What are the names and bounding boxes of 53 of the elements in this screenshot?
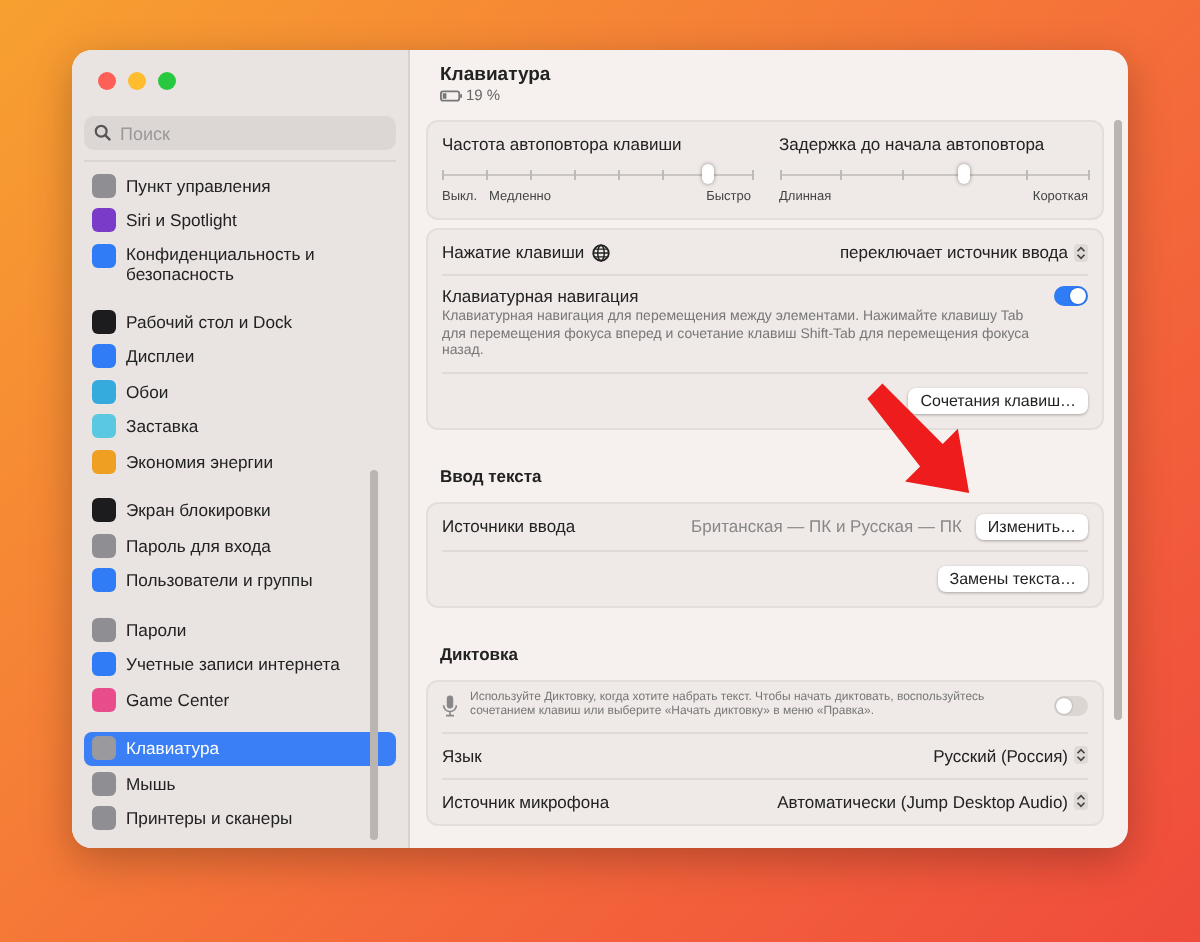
section-heading: Ввод текста: [440, 465, 544, 485]
popup-menu[interactable]: Автоматически (Jump Desktop Audio): [777, 791, 1088, 811]
sidebar-item[interactable]: Дисплеи: [84, 339, 396, 374]
search-field[interactable]: Поиск: [84, 116, 396, 150]
setting-label: Клавиатурная навигация: [442, 286, 641, 306]
setting-value: Британская — ПК и Русская — ПК: [691, 516, 962, 536]
scrollbar[interactable]: [370, 470, 378, 840]
sidebar-item[interactable]: Клавиатура: [84, 731, 396, 766]
sidebar-item[interactable]: Экономия энергии: [84, 444, 396, 479]
section-heading: Диктовка: [440, 643, 520, 663]
slider[interactable]: [779, 164, 1088, 184]
page-title: Клавиатура: [440, 64, 553, 86]
slider-label: Частота автоповтора клавиши: [442, 134, 684, 154]
setting-label: Язык: [442, 745, 482, 765]
sidebar-item[interactable]: Game Center: [84, 682, 396, 717]
sidebar-item[interactable]: Рабочий стол и Dock: [84, 304, 396, 339]
action-button[interactable]: Сочетания клавиш…: [908, 387, 1088, 413]
globe-icon: [592, 243, 611, 261]
chevron-icon: [1074, 243, 1088, 261]
chevron-icon: [1074, 792, 1088, 810]
sidebar-item[interactable]: Пункт управления: [84, 168, 396, 203]
setting-label: Источники ввода: [442, 516, 576, 536]
slider-thumb[interactable]: [958, 164, 971, 184]
popup-menu[interactable]: Русский (Россия): [933, 745, 1088, 765]
edit-button[interactable]: Изменить…: [975, 513, 1088, 539]
sidebar-item[interactable]: Пароли: [84, 612, 396, 647]
sidebar-item[interactable]: Пользователи и группы: [84, 563, 396, 598]
popup-menu[interactable]: переключает источник ввода: [839, 242, 1088, 262]
close-button[interactable]: [98, 72, 116, 90]
setting-label: Нажатие клавиши: [442, 242, 585, 262]
sidebar-item[interactable]: Учетные записи интернета: [84, 647, 396, 682]
chevron-icon: [1074, 746, 1088, 764]
slider[interactable]: [442, 164, 751, 184]
sidebar-item[interactable]: Конфиденциальность и безопасность: [84, 238, 396, 290]
slider-thumb[interactable]: [701, 164, 714, 184]
microphone-icon: [442, 694, 458, 718]
battery-icon: [440, 89, 462, 101]
sidebar-item[interactable]: Siri и Spotlight: [84, 203, 396, 238]
sidebar-item[interactable]: Обои: [84, 374, 396, 409]
sidebar-item[interactable]: Принтеры и сканеры: [84, 801, 396, 836]
zoom-button[interactable]: [158, 72, 176, 90]
sidebar-item[interactable]: Пароль для входа: [84, 528, 396, 563]
scrollbar[interactable]: [1114, 120, 1122, 720]
toggle-switch[interactable]: [1054, 286, 1088, 306]
search-icon: [94, 124, 112, 142]
slider-label: Задержка до начала автоповтора: [779, 134, 1047, 154]
minimize-button[interactable]: [128, 72, 146, 90]
setting-label: Источник микрофона: [442, 791, 610, 811]
sidebar-item[interactable]: Заставка: [84, 409, 396, 444]
toggle-switch[interactable]: [1054, 696, 1088, 716]
action-button[interactable]: Замены текста…: [937, 565, 1088, 591]
sidebar-item[interactable]: Мышь: [84, 766, 396, 801]
sidebar-item[interactable]: Экран блокировки: [84, 493, 396, 528]
